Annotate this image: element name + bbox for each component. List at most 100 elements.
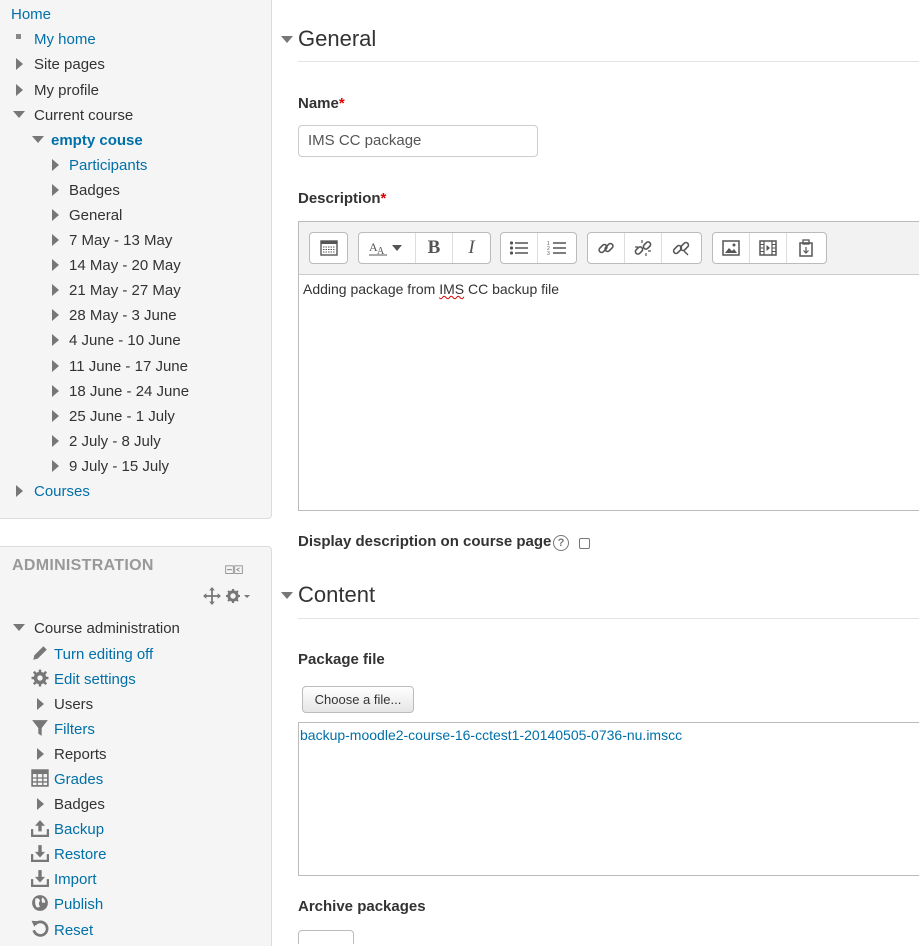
nav-course-name-link[interactable]: empty couse	[51, 131, 143, 151]
expand-arrow-icon[interactable]	[52, 209, 59, 221]
spellcheck-flagged-word: IMS	[439, 281, 465, 297]
nav-week-item[interactable]: 2 July - 8 July	[69, 432, 161, 452]
image-icon[interactable]	[713, 233, 750, 263]
unlink-icon[interactable]	[625, 233, 662, 263]
nav-week-item[interactable]: 18 June - 24 June	[69, 382, 189, 402]
nav-week-item[interactable]: 28 May - 3 June	[69, 306, 177, 326]
expand-arrow-icon[interactable]	[52, 435, 59, 447]
file-drop-area[interactable]: backup-moodle2-course-16-cctest1-2014050…	[298, 722, 919, 876]
nav-participants-link[interactable]: Participants	[69, 156, 147, 176]
bold-icon[interactable]: B	[416, 233, 453, 263]
admin-turn-editing-off-link[interactable]: Turn editing off	[54, 645, 153, 665]
block-collapse-dock-icon[interactable]	[225, 561, 243, 579]
admin-restore-link[interactable]: Restore	[54, 845, 107, 865]
collapse-arrow-icon[interactable]	[32, 136, 44, 143]
nav-current-course[interactable]: Current course	[34, 106, 133, 126]
expand-arrow-icon[interactable]	[37, 798, 44, 810]
admin-import-link[interactable]: Import	[54, 870, 97, 890]
move-icon[interactable]	[203, 587, 221, 605]
description-label: Description*	[298, 190, 386, 207]
expand-arrow-icon[interactable]	[16, 84, 23, 96]
expand-arrow-icon[interactable]	[52, 184, 59, 196]
nav-week-item[interactable]: 11 June - 17 June	[69, 357, 188, 377]
admin-reset-link[interactable]: Reset	[54, 921, 93, 941]
download-icon	[31, 845, 49, 862]
text-style-dropdown-icon[interactable]: AA	[359, 233, 416, 263]
package-file-label: Package file	[298, 651, 385, 668]
description-text-prefix: Adding package from	[303, 281, 440, 297]
nav-my-home-link[interactable]: My home	[34, 30, 96, 50]
choose-file-button[interactable]: Choose a file...	[302, 686, 414, 713]
admin-edit-settings-link[interactable]: Edit settings	[54, 670, 136, 690]
collapse-arrow-icon[interactable]	[281, 36, 293, 43]
expand-arrow-icon[interactable]	[52, 309, 59, 321]
toolbar-toggle-icon[interactable]	[310, 233, 347, 263]
expand-arrow-icon[interactable]	[52, 234, 59, 246]
anchor-link-icon[interactable]	[662, 233, 699, 263]
nav-site-pages[interactable]: Site pages	[34, 55, 105, 75]
expand-arrow-icon[interactable]	[37, 748, 44, 760]
admin-publish-link[interactable]: Publish	[54, 895, 103, 915]
nav-week-item[interactable]: 25 June - 1 July	[69, 407, 175, 427]
admin-users[interactable]: Users	[54, 695, 93, 715]
archive-packages-select[interactable]	[298, 930, 354, 944]
required-mark: *	[338, 95, 345, 112]
section-divider	[298, 618, 919, 619]
description-text[interactable]: Adding package from IMS CC backup file	[303, 281, 559, 297]
nav-home-link[interactable]: Home	[11, 5, 51, 25]
course-administration[interactable]: Course administration	[34, 619, 180, 639]
download-icon	[31, 870, 49, 887]
manage-files-icon[interactable]	[787, 233, 824, 263]
expand-arrow-icon[interactable]	[52, 334, 59, 346]
filter-icon	[32, 720, 48, 736]
nav-my-profile[interactable]: My profile	[34, 81, 99, 101]
name-input[interactable]: IMS CC package	[298, 125, 538, 157]
editor-toolbar: AA B I 123	[299, 222, 919, 275]
expand-arrow-icon[interactable]	[52, 460, 59, 472]
globe-icon	[32, 895, 48, 911]
nav-week-item[interactable]: 14 May - 20 May	[69, 256, 181, 276]
expand-arrow-icon[interactable]	[52, 159, 59, 171]
nav-week-item[interactable]: 9 July - 15 July	[69, 457, 169, 477]
nav-badges[interactable]: Badges	[69, 181, 120, 201]
media-icon[interactable]	[750, 233, 787, 263]
expand-arrow-icon[interactable]	[52, 284, 59, 296]
description-editor[interactable]: AA B I 123 Adding package from IMS CC ba…	[298, 221, 919, 511]
expand-arrow-icon[interactable]	[52, 259, 59, 271]
toolbar-group	[712, 232, 827, 264]
link-icon[interactable]	[588, 233, 625, 263]
admin-reports[interactable]: Reports	[54, 745, 107, 765]
archive-packages-label: Archive packages	[298, 898, 426, 915]
package-file-link[interactable]: backup-moodle2-course-16-cctest1-2014050…	[300, 727, 682, 743]
collapse-arrow-icon[interactable]	[13, 624, 25, 631]
unordered-list-icon[interactable]	[501, 233, 538, 263]
section-header-content[interactable]: Content	[298, 582, 375, 608]
nav-courses-link[interactable]: Courses	[34, 482, 90, 502]
admin-grades-link[interactable]: Grades	[54, 770, 103, 790]
toolbar-group	[587, 232, 702, 264]
ordered-list-icon[interactable]: 123	[538, 233, 575, 263]
gear-menu-icon[interactable]	[225, 587, 253, 605]
italic-icon[interactable]: I	[453, 233, 490, 263]
nav-week-item[interactable]: 21 May - 27 May	[69, 281, 181, 301]
expand-arrow-icon[interactable]	[16, 58, 23, 70]
nav-week-item[interactable]: 4 June - 10 June	[69, 331, 181, 351]
help-icon[interactable]: ?	[553, 535, 569, 551]
nav-general[interactable]: General	[69, 206, 122, 226]
collapse-arrow-icon[interactable]	[281, 592, 293, 599]
expand-arrow-icon[interactable]	[52, 410, 59, 422]
gear-icon	[31, 669, 49, 687]
admin-badges[interactable]: Badges	[54, 795, 105, 815]
section-header-general[interactable]: General	[298, 26, 376, 52]
admin-filters-link[interactable]: Filters	[54, 720, 95, 740]
name-label: Name*	[298, 95, 345, 112]
expand-arrow-icon[interactable]	[16, 485, 23, 497]
expand-arrow-icon[interactable]	[52, 385, 59, 397]
expand-arrow-icon[interactable]	[52, 360, 59, 372]
nav-week-item[interactable]: 7 May - 13 May	[69, 231, 172, 251]
collapse-arrow-icon[interactable]	[13, 111, 25, 118]
admin-backup-link[interactable]: Backup	[54, 820, 104, 840]
expand-arrow-icon[interactable]	[37, 698, 44, 710]
grades-table-icon	[31, 769, 49, 787]
display-description-checkbox[interactable]	[579, 538, 590, 549]
